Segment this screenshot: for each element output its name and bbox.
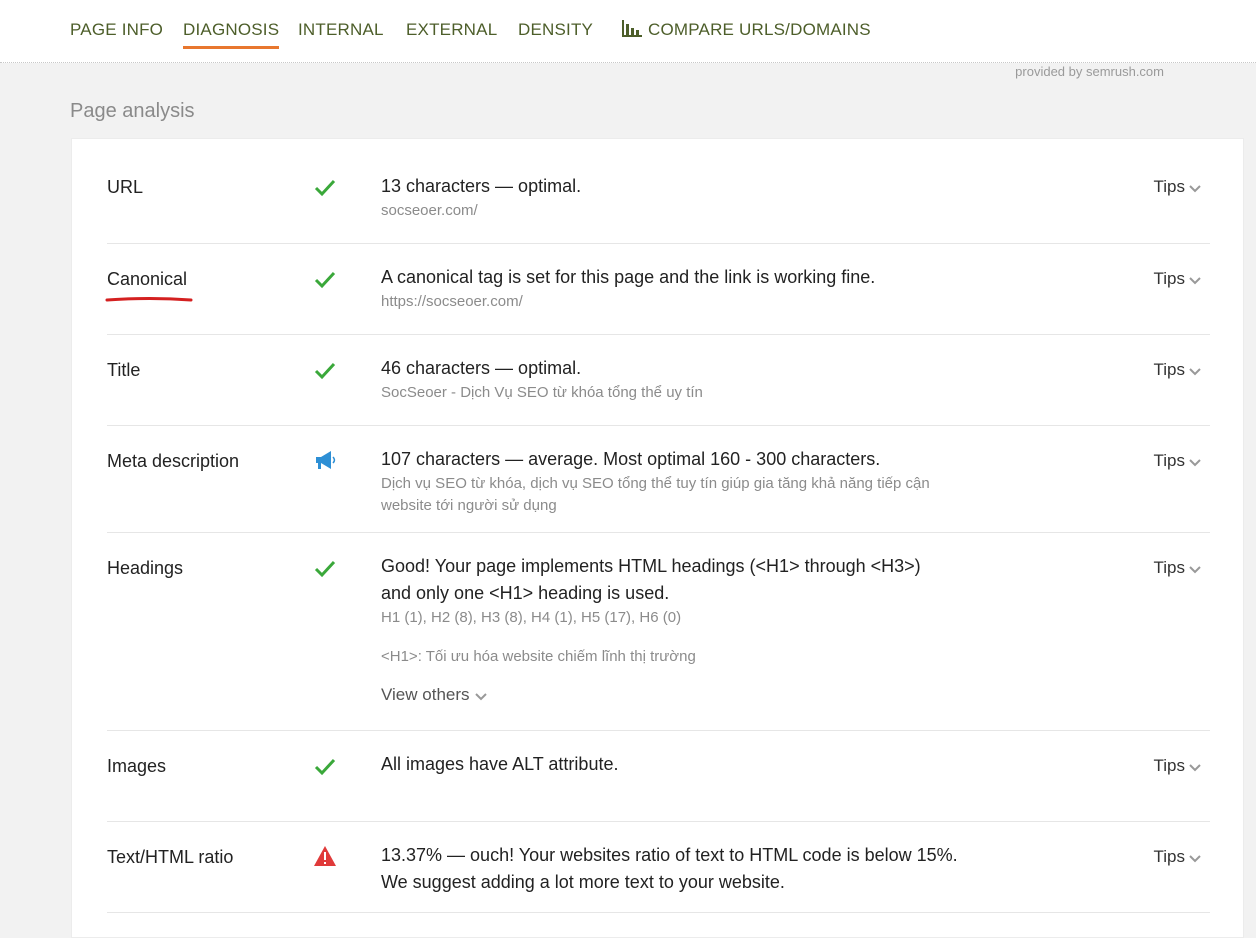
row-label: Headings	[107, 558, 184, 578]
tab-internal[interactable]: INTERNAL	[298, 20, 384, 40]
analysis-row-text-html-ratio: Text/HTML ratio 13.37% — ouch! Your webs…	[107, 821, 1210, 913]
row-main-text: All images have ALT attribute.	[381, 754, 619, 774]
chevron-down-icon	[1189, 367, 1201, 375]
tips-label: Tips	[1153, 558, 1186, 577]
row-sub-text: https://socseoer.com/	[381, 293, 523, 310]
row-sub-text: H1 (1), H2 (8), H3 (8), H4 (1), H5 (17),…	[381, 609, 682, 626]
chevron-down-icon	[1189, 565, 1201, 573]
analysis-row-images: Images All images have ALT attribute. Ti…	[107, 730, 1210, 822]
row-main-text: 13 characters — optimal.	[381, 176, 582, 196]
check-icon	[314, 271, 336, 289]
tab-diagnosis[interactable]: DIAGNOSIS	[183, 20, 280, 49]
megaphone-icon	[316, 451, 336, 469]
row-content: All images have ALT attribute.	[381, 751, 981, 778]
tab-compare-label: COMPARE URLS/DOMAINS	[648, 20, 871, 39]
tips-button[interactable]: Tips	[1154, 756, 1203, 776]
page-analysis-card: URL 13 characters — optimal. socseoer.co…	[71, 138, 1244, 938]
tips-label: Tips	[1153, 756, 1186, 775]
row-content: A canonical tag is set for this page and…	[381, 264, 1081, 313]
tips-button[interactable]: Tips	[1154, 269, 1203, 289]
row-h1-text: <H1>: Tối ưu hóa website chiếm lĩnh thị …	[381, 648, 696, 665]
check-icon	[314, 362, 336, 380]
row-sub-text: SocSeoer - Dịch Vụ SEO từ khóa tổng thể …	[381, 384, 703, 401]
chevron-down-icon	[475, 692, 487, 700]
tab-external[interactable]: EXTERNAL	[406, 20, 497, 40]
chevron-down-icon	[1189, 854, 1201, 862]
row-content: 46 characters — optimal. SocSeoer - Dịch…	[381, 355, 981, 404]
tips-button[interactable]: Tips	[1154, 558, 1203, 578]
row-main-text: Good! Your page implements HTML headings…	[381, 556, 921, 603]
view-others-button[interactable]: View others	[381, 685, 951, 705]
row-main-text: A canonical tag is set for this page and…	[381, 267, 876, 287]
row-main-text: 46 characters — optimal.	[381, 358, 582, 378]
check-icon	[314, 758, 336, 776]
section-title: Page analysis	[70, 100, 195, 122]
analysis-row-title: Title 46 characters — optimal. SocSeoer …	[107, 334, 1210, 426]
row-label: Text/HTML ratio	[107, 847, 234, 867]
analysis-row-meta-description: Meta description 107 characters — averag…	[107, 425, 1210, 533]
tips-button[interactable]: Tips	[1154, 847, 1203, 867]
row-label: Meta description	[107, 451, 240, 471]
row-content: 13 characters — optimal. socseoer.com/	[381, 173, 981, 222]
check-icon	[314, 560, 336, 578]
row-label: URL	[107, 177, 144, 197]
view-others-label: View others	[381, 685, 470, 704]
chevron-down-icon	[1189, 763, 1201, 771]
tips-label: Tips	[1153, 177, 1186, 196]
row-main-text: 13.37% — ouch! Your websites ratio of te…	[381, 845, 958, 892]
top-nav-bar: PAGE INFO DIAGNOSIS INTERNAL EXTERNAL DE…	[0, 0, 1256, 63]
row-content: 13.37% — ouch! Your websites ratio of te…	[381, 842, 981, 896]
tips-label: Tips	[1153, 360, 1186, 379]
row-label: Title	[107, 360, 141, 380]
chevron-down-icon	[1189, 184, 1201, 192]
warning-icon	[314, 846, 336, 866]
row-sub-text: socseoer.com/	[381, 202, 478, 219]
chevron-down-icon	[1189, 458, 1201, 466]
provided-by-note: provided by semrush.com	[1015, 64, 1164, 79]
row-content: 107 characters — average. Most optimal 1…	[381, 446, 941, 517]
tab-compare-urls-domains[interactable]: COMPARE URLS/DOMAINS	[622, 20, 871, 40]
tab-page-info[interactable]: PAGE INFO	[70, 20, 163, 40]
tips-label: Tips	[1153, 847, 1186, 866]
row-main-text: 107 characters — average. Most optimal 1…	[381, 449, 881, 469]
tips-button[interactable]: Tips	[1154, 360, 1203, 380]
tips-label: Tips	[1153, 451, 1186, 470]
red-underline-annotation	[105, 297, 193, 302]
check-icon	[314, 179, 336, 197]
tips-label: Tips	[1153, 269, 1186, 288]
chevron-down-icon	[1189, 276, 1201, 284]
tips-button[interactable]: Tips	[1154, 451, 1203, 471]
analysis-row-headings: Headings Good! Your page implements HTML…	[107, 532, 1210, 731]
row-label: Images	[107, 756, 167, 776]
row-label: Canonical	[105, 269, 193, 302]
analysis-row-canonical: Canonical A canonical tag is set for thi…	[105, 243, 1210, 335]
row-content: Good! Your page implements HTML headings…	[381, 553, 951, 705]
canonical-label-text: Canonical	[107, 269, 188, 289]
row-sub-text: Dịch vụ SEO từ khóa, dịch vụ SEO tổng th…	[381, 475, 930, 514]
analysis-row-url: URL 13 characters — optimal. socseoer.co…	[107, 139, 1210, 244]
tips-button[interactable]: Tips	[1154, 177, 1203, 197]
bar-chart-icon	[622, 20, 642, 37]
tab-density[interactable]: DENSITY	[518, 20, 593, 40]
